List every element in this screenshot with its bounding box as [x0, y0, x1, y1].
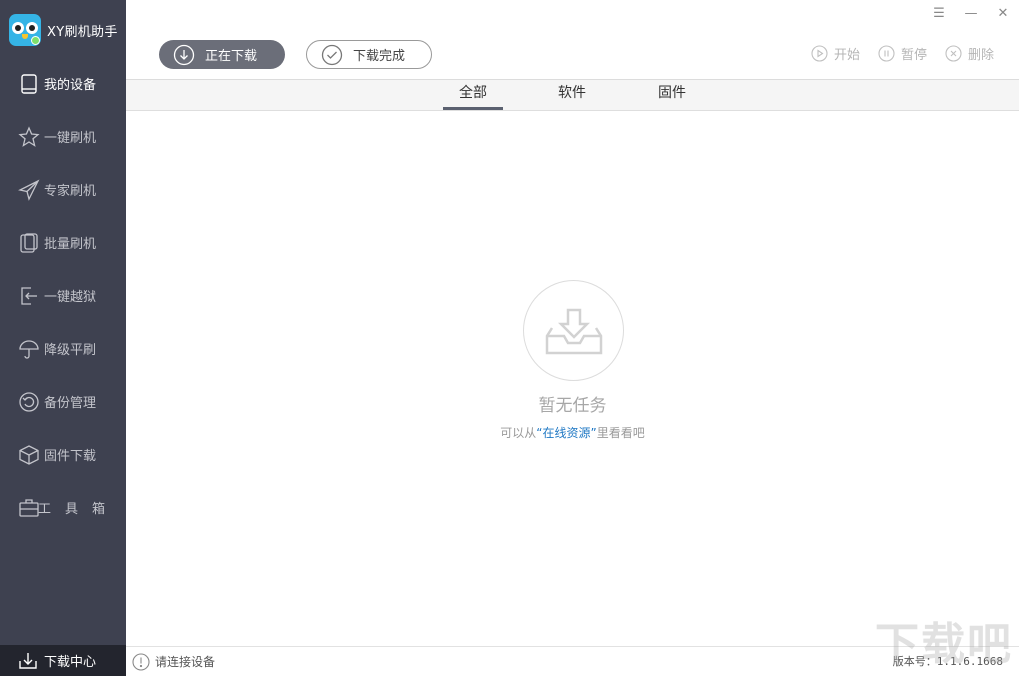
sidebar-item-label: 一键越狱 [44, 290, 97, 305]
task-actions: 开始 暂停 删除 [811, 44, 994, 63]
sidebar-item-label: 降级平刷 [44, 343, 97, 358]
star-icon [18, 125, 40, 147]
sidebar-item-label: 专家刷机 [44, 184, 97, 199]
pause-label: 暂停 [900, 48, 927, 63]
start-label: 开始 [833, 48, 860, 63]
brand: XY刷机助手 [0, 0, 126, 60]
toolbox-icon [19, 498, 39, 517]
sidebar-item-firmware-download[interactable]: 固件下载 [0, 428, 126, 481]
version-number: 版本号：1.1.6.1668 [892, 655, 1003, 668]
sidebar-nav: 我的设备 一键刷机 专家刷机 批量刷机 一键越狱 降级平刷 备份管理 固件下载 [0, 57, 126, 534]
tab-firmware[interactable]: 固件 [642, 80, 702, 110]
sidebar-item-batch-flash[interactable]: 批量刷机 [0, 216, 126, 269]
completed-label: 下载完成 [353, 49, 406, 64]
sidebar-item-label: 备份管理 [44, 396, 97, 411]
empty-inbox-icon [523, 280, 624, 381]
toolbar: 正在下载 下载完成 开始 暂停 删除 [126, 0, 1019, 80]
owl-logo-icon [9, 14, 41, 46]
empty-state: 暂无任务 可以从“在线资源”里看看吧 [126, 111, 1019, 646]
sidebar-item-label: 一键刷机 [44, 131, 97, 146]
box-icon [19, 444, 39, 465]
sidebar-item-jailbreak[interactable]: 一键越狱 [0, 269, 126, 322]
sidebar-item-toolbox[interactable]: 工具箱 [0, 481, 126, 534]
devices-icon [20, 232, 38, 253]
connection-status: 请连接设备 [155, 655, 216, 669]
download-circle-icon [173, 44, 195, 65]
sidebar: XY刷机助手 我的设备 一键刷机 专家刷机 批量刷机 一键越狱 降级平刷 备份管… [0, 0, 126, 676]
empty-hint: 可以从“在线资源”里看看吧 [126, 424, 1019, 441]
sidebar-item-label: 工具箱 [38, 502, 120, 517]
download-center-label: 下载中心 [44, 655, 97, 670]
sidebar-item-label: 我的设备 [44, 78, 97, 93]
completed-button[interactable]: 下载完成 [306, 40, 432, 69]
sidebar-item-my-device[interactable]: 我的设备 [0, 57, 126, 110]
delete-label: 删除 [967, 48, 994, 63]
minimize-icon[interactable]: — [955, 3, 987, 23]
online-resources-link[interactable]: “在线资源” [536, 426, 596, 440]
start-button[interactable]: 开始 [811, 44, 860, 63]
tab-software[interactable]: 软件 [542, 80, 602, 110]
hint-suffix: 里看看吧 [596, 426, 645, 440]
play-icon [811, 45, 828, 62]
pause-button[interactable]: 暂停 [878, 44, 927, 63]
check-circle-icon [321, 44, 343, 65]
close-icon[interactable]: ✕ [987, 3, 1019, 23]
download-tray-icon [19, 652, 37, 669]
status-bar: 请连接设备 版本号：1.1.6.1668 [126, 646, 1019, 676]
delete-icon [945, 45, 962, 62]
sidebar-item-expert-flash[interactable]: 专家刷机 [0, 163, 126, 216]
paper-plane-icon [18, 179, 40, 201]
hint-prefix: 可以从 [500, 426, 537, 440]
pause-icon [878, 45, 895, 62]
window-controls: ☰ — ✕ [923, 3, 1019, 23]
sidebar-item-downgrade[interactable]: 降级平刷 [0, 322, 126, 375]
downloading-label: 正在下载 [205, 49, 258, 64]
app-title: XY刷机助手 [47, 24, 118, 40]
sidebar-item-download-center[interactable]: 下载中心 [0, 645, 126, 676]
backup-icon [19, 391, 39, 412]
filter-tabs: 全部 软件 固件 [126, 80, 1019, 111]
sidebar-item-label: 固件下载 [44, 449, 97, 464]
umbrella-icon [19, 339, 39, 359]
exit-icon [21, 286, 37, 305]
sidebar-item-label: 批量刷机 [44, 237, 97, 252]
sidebar-item-one-click-flash[interactable]: 一键刷机 [0, 110, 126, 163]
sidebar-item-backup[interactable]: 备份管理 [0, 375, 126, 428]
tab-all[interactable]: 全部 [443, 80, 503, 110]
info-circle-icon [132, 652, 150, 671]
downloading-button[interactable]: 正在下载 [159, 40, 285, 69]
delete-button[interactable]: 删除 [945, 44, 994, 63]
empty-title: 暂无任务 [538, 396, 607, 416]
phone-icon [21, 73, 37, 94]
menu-icon[interactable]: ☰ [923, 3, 955, 23]
